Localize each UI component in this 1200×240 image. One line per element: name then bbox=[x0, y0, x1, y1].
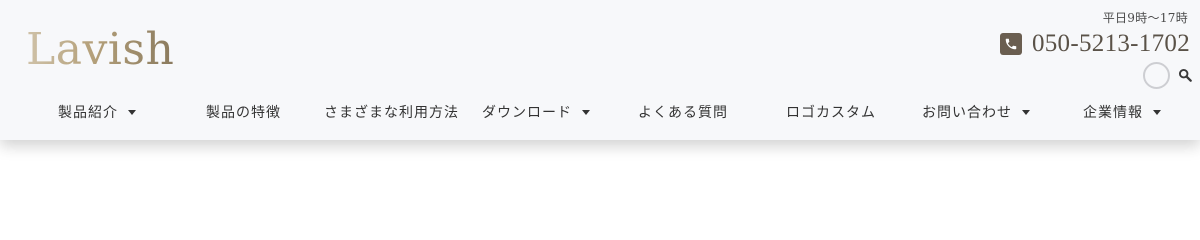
caret-down-icon bbox=[1022, 109, 1030, 115]
caret-down-icon bbox=[128, 109, 136, 115]
phone-icon bbox=[999, 33, 1022, 55]
nav-item-usage[interactable]: さまざまな利用方法 bbox=[324, 95, 459, 129]
nav-item-label: 企業情報 bbox=[1083, 105, 1143, 121]
caret-down-icon bbox=[1153, 109, 1161, 115]
nav-item-label: ロゴカスタム bbox=[786, 105, 876, 121]
search-icon[interactable] bbox=[1178, 68, 1192, 82]
business-hours: 平日9時～17時 bbox=[1102, 11, 1188, 25]
nav-item-faq[interactable]: よくある質問 bbox=[638, 95, 728, 129]
nav-item-label: 製品紹介 bbox=[58, 105, 118, 121]
nav-item-label: よくある質問 bbox=[638, 105, 728, 121]
search-toggle-circle[interactable] bbox=[1143, 61, 1170, 89]
nav-item-label: さまざまな利用方法 bbox=[324, 105, 459, 121]
nav-item-features[interactable]: 製品の特徴 bbox=[206, 95, 281, 129]
caret-down-icon bbox=[582, 109, 590, 115]
nav-item-products[interactable]: 製品紹介 bbox=[58, 95, 136, 129]
nav-item-download[interactable]: ダウンロード bbox=[482, 95, 590, 129]
site-logo[interactable]: Lavish bbox=[26, 24, 174, 76]
nav-item-logo-custom[interactable]: ロゴカスタム bbox=[786, 95, 876, 129]
nav-item-contact[interactable]: お問い合わせ bbox=[922, 95, 1030, 129]
phone-contact[interactable]: 050-5213-1702 bbox=[999, 30, 1190, 58]
search-area bbox=[1143, 60, 1192, 90]
phone-number[interactable]: 050-5213-1702 bbox=[1032, 30, 1190, 58]
nav-item-label: お問い合わせ bbox=[922, 105, 1012, 121]
site-header: Lavish 平日9時～17時 050-5213-1702 製品紹介 製品の特徴… bbox=[0, 0, 1200, 140]
main-navigation: 製品紹介 製品の特徴 さまざまな利用方法 ダウンロード よくある質問 ロゴカスタ… bbox=[0, 95, 1200, 129]
nav-item-label: ダウンロード bbox=[482, 105, 572, 121]
nav-item-label: 製品の特徴 bbox=[206, 105, 281, 121]
nav-item-company[interactable]: 企業情報 bbox=[1083, 95, 1161, 129]
